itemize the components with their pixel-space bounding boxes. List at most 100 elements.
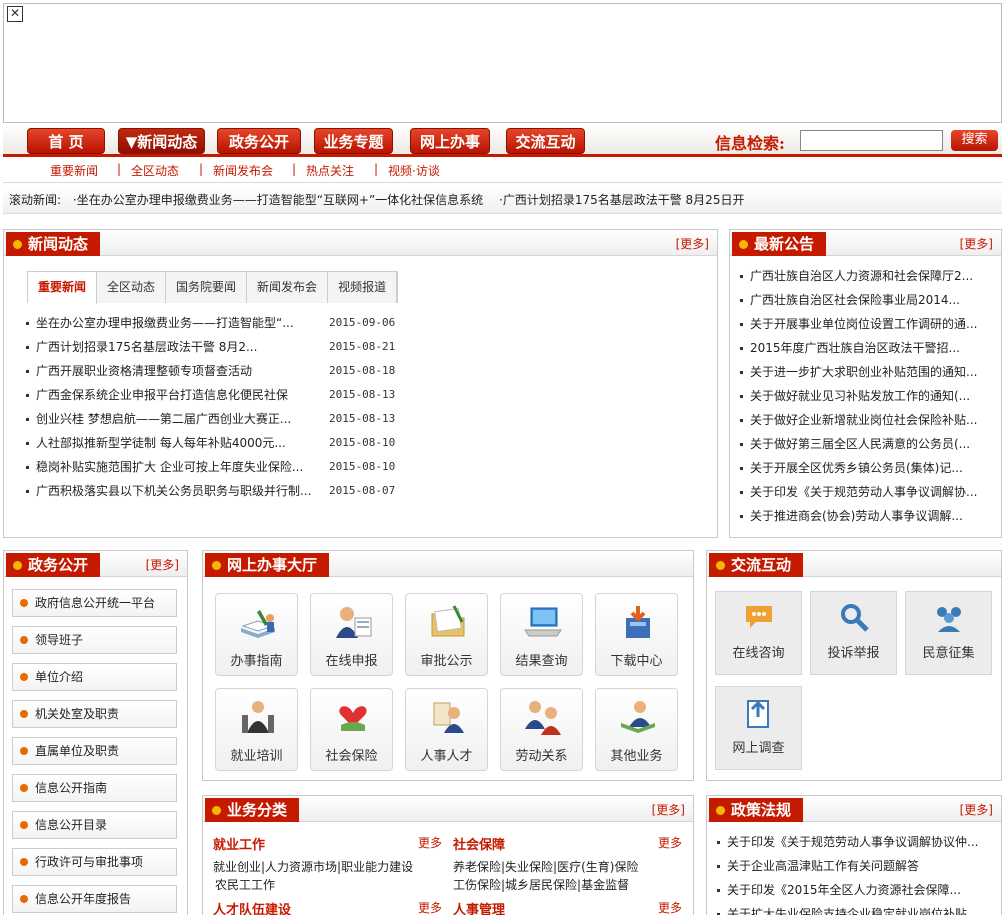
tab-region-news[interactable]: 全区动态 (97, 272, 167, 303)
category-social-security[interactable]: 社会保障 (453, 834, 505, 853)
news-date: 2015-08-18 (329, 364, 396, 377)
more-link[interactable]: 更多 (418, 834, 442, 851)
tile-report[interactable]: 投诉举报 (810, 591, 897, 675)
other-icon (621, 701, 655, 733)
ticker-label: 滚动新闻: (9, 193, 62, 207)
notice-item[interactable]: 关于印发《关于规范劳动人事争议调解协... (738, 480, 996, 504)
gov-item[interactable]: 直属单位及职责 (12, 737, 177, 765)
category-talent[interactable]: 人才队伍建设 (213, 899, 291, 915)
tab-press[interactable]: 新闻发布会 (247, 272, 329, 303)
tile-insurance[interactable]: 社会保险 (310, 688, 393, 771)
policy-item[interactable]: 关于扩大失业保险支持企业稳定就业岗位补贴... (715, 902, 995, 915)
gov-item[interactable]: 政府信息公开统一平台 (12, 589, 177, 617)
gov-item[interactable]: 机关处室及职责 (12, 700, 177, 728)
tile-survey[interactable]: 网上调查 (715, 686, 802, 770)
category-personnel[interactable]: 人事管理 (453, 899, 505, 915)
tile-query[interactable]: 结果查询 (500, 593, 583, 676)
more-link[interactable]: [更多] (146, 556, 179, 573)
more-link[interactable]: [更多] (960, 801, 993, 818)
nav-home[interactable]: 首 页 (27, 128, 105, 154)
news-item[interactable]: 稳岗补贴实施范围扩大 企业可按上年度失业保险... 2015-08-10 (24, 455, 714, 479)
tile-consult[interactable]: 在线咨询 (715, 591, 802, 675)
tile-labor[interactable]: 劳动关系 (500, 688, 583, 771)
nav-interact[interactable]: 交流互动 (506, 128, 585, 154)
news-item[interactable]: 广西积极落实县以下机关公务员职务与职级并行制... 2015-08-07 (24, 479, 714, 503)
news-item[interactable]: 人社部拟推新型学徒制 每人每年补贴4000元... 2015-08-10 (24, 431, 714, 455)
nav-gov[interactable]: 政务公开 (217, 128, 301, 154)
tile-approval[interactable]: 审批公示 (405, 593, 488, 676)
subnav-important-news[interactable]: 重要新闻 (50, 162, 98, 179)
subnav-region-news[interactable]: 全区动态 (131, 162, 179, 179)
notice-item[interactable]: 广西壮族自治区人力资源和社会保障厅2... (738, 264, 996, 288)
download-icon (626, 606, 650, 638)
policy-item[interactable]: 关于印发《关于规范劳动人事争议调解协议仲... (715, 830, 995, 854)
tab-important-news[interactable]: 重要新闻 (28, 272, 98, 304)
tile-declare[interactable]: 在线申报 (310, 593, 393, 676)
subnav-video[interactable]: 视频·访谈 (388, 162, 440, 179)
news-title[interactable]: 广西计划招录175名基层政法干警 8月2... (36, 340, 257, 354)
gov-item[interactable]: 信息公开年度报告 (12, 885, 177, 913)
tile-label: 劳动关系 (515, 749, 568, 764)
notice-item[interactable]: 关于做好第三届全区人民满意的公务员(... (738, 432, 996, 456)
more-link[interactable]: 更多 (658, 834, 682, 851)
news-item[interactable]: 坐在办公室办理申报缴费业务——打造智能型“... 2015-09-06 (24, 311, 714, 335)
report-icon (841, 604, 869, 632)
news-title[interactable]: 创业兴桂 梦想启航——第二届广西创业大赛正... (36, 412, 291, 426)
news-item[interactable]: 广西金保系统企业申报平台打造信息化便民社保 2015-08-13 (24, 383, 714, 407)
category-links[interactable]: 养老保险|失业保险|医疗(生育)保险 (453, 858, 638, 875)
tile-opinion[interactable]: 民意征集 (905, 591, 992, 675)
more-link[interactable]: [更多] (652, 801, 685, 818)
category-employment[interactable]: 就业工作 (213, 834, 265, 853)
news-item[interactable]: 广西计划招录175名基层政法干警 8月2... 2015-08-21 (24, 335, 714, 359)
notice-item[interactable]: 关于推进商会(协会)劳动人事争议调解... (738, 504, 996, 528)
search-button[interactable]: 搜索 (951, 130, 998, 151)
news-title[interactable]: 坐在办公室办理申报缴费业务——打造智能型“... (36, 316, 294, 330)
policy-item[interactable]: 关于印发《2015年全区人力资源社会保障... (715, 878, 995, 902)
ticker-item[interactable]: ·坐在办公室办理申报缴费业务——打造智能型“互联网+”一体化社保信息系统 (73, 193, 483, 207)
more-link[interactable]: 更多 (658, 899, 682, 915)
search-input[interactable] (800, 130, 943, 151)
notice-item[interactable]: 关于开展全区优秀乡镇公务员(集体)记... (738, 456, 996, 480)
tile-training[interactable]: 就业培训 (215, 688, 298, 771)
gov-item[interactable]: 行政许可与审批事项 (12, 848, 177, 876)
policy-item[interactable]: 关于企业高温津贴工作有关问题解答 (715, 854, 995, 878)
notice-item[interactable]: 2015年度广西壮族自治区政法干警招... (738, 336, 996, 360)
nav-news[interactable]: ▼新闻动态 (118, 128, 205, 154)
more-link[interactable]: [更多] (676, 235, 709, 252)
tile-guide[interactable]: 办事指南 (215, 593, 298, 676)
ticker-item[interactable]: ·广西计划招录175名基层政法干警 8月25日开 (499, 193, 744, 207)
gov-item[interactable]: 领导班子 (12, 626, 177, 654)
subnav-press[interactable]: 新闻发布会 (213, 162, 273, 179)
news-date: 2015-08-10 (329, 460, 396, 473)
category-links[interactable]: 工伤保险|城乡居民保险|基金监督 (453, 876, 629, 893)
more-link[interactable]: 更多 (418, 899, 442, 915)
notice-item[interactable]: 关于做好企业新增就业岗位社会保险补贴... (738, 408, 996, 432)
more-link[interactable]: [更多] (960, 235, 993, 252)
notice-item[interactable]: 关于开展事业单位岗位设置工作调研的通... (738, 312, 996, 336)
tile-other[interactable]: 其他业务 (595, 688, 678, 771)
tile-talent[interactable]: 人事人才 (405, 688, 488, 771)
gov-item[interactable]: 信息公开指南 (12, 774, 177, 802)
news-title[interactable]: 广西金保系统企业申报平台打造信息化便民社保 (36, 388, 288, 402)
news-title[interactable]: 人社部拟推新型学徒制 每人每年补贴4000元... (36, 436, 286, 450)
news-title[interactable]: 广西积极落实县以下机关公务员职务与职级并行制... (36, 484, 311, 498)
news-title[interactable]: 广西开展职业资格清理整顿专项督查活动 (36, 364, 252, 378)
news-item[interactable]: 广西开展职业资格清理整顿专项督查活动 2015-08-18 (24, 359, 714, 383)
news-title[interactable]: 稳岗补贴实施范围扩大 企业可按上年度失业保险... (36, 460, 303, 474)
tab-video[interactable]: 视频报道 (328, 272, 398, 303)
nav-online[interactable]: 网上办事 (410, 128, 490, 154)
notice-item[interactable]: 广西壮族自治区社会保险事业局2014... (738, 288, 996, 312)
notice-item[interactable]: 关于做好就业见习补贴发放工作的通知(... (738, 384, 996, 408)
gov-item[interactable]: 信息公开目录 (12, 811, 177, 839)
subnav-hot[interactable]: 热点关注 (306, 162, 354, 179)
news-date: 2015-08-07 (329, 484, 396, 497)
notice-item[interactable]: 关于进一步扩大求职创业补贴范围的通知... (738, 360, 996, 384)
category-links[interactable]: 就业创业|人力资源市场|职业能力建设 (213, 858, 413, 875)
category-links[interactable]: 农民工工作 (215, 876, 275, 893)
tab-state-council[interactable]: 国务院要闻 (166, 272, 248, 303)
gov-item[interactable]: 单位介绍 (12, 663, 177, 691)
nav-topics[interactable]: 业务专题 (314, 128, 393, 154)
people-icon (937, 607, 961, 632)
news-item[interactable]: 创业兴桂 梦想启航——第二届广西创业大赛正... 2015-08-13 (24, 407, 714, 431)
tile-download[interactable]: 下载中心 (595, 593, 678, 676)
